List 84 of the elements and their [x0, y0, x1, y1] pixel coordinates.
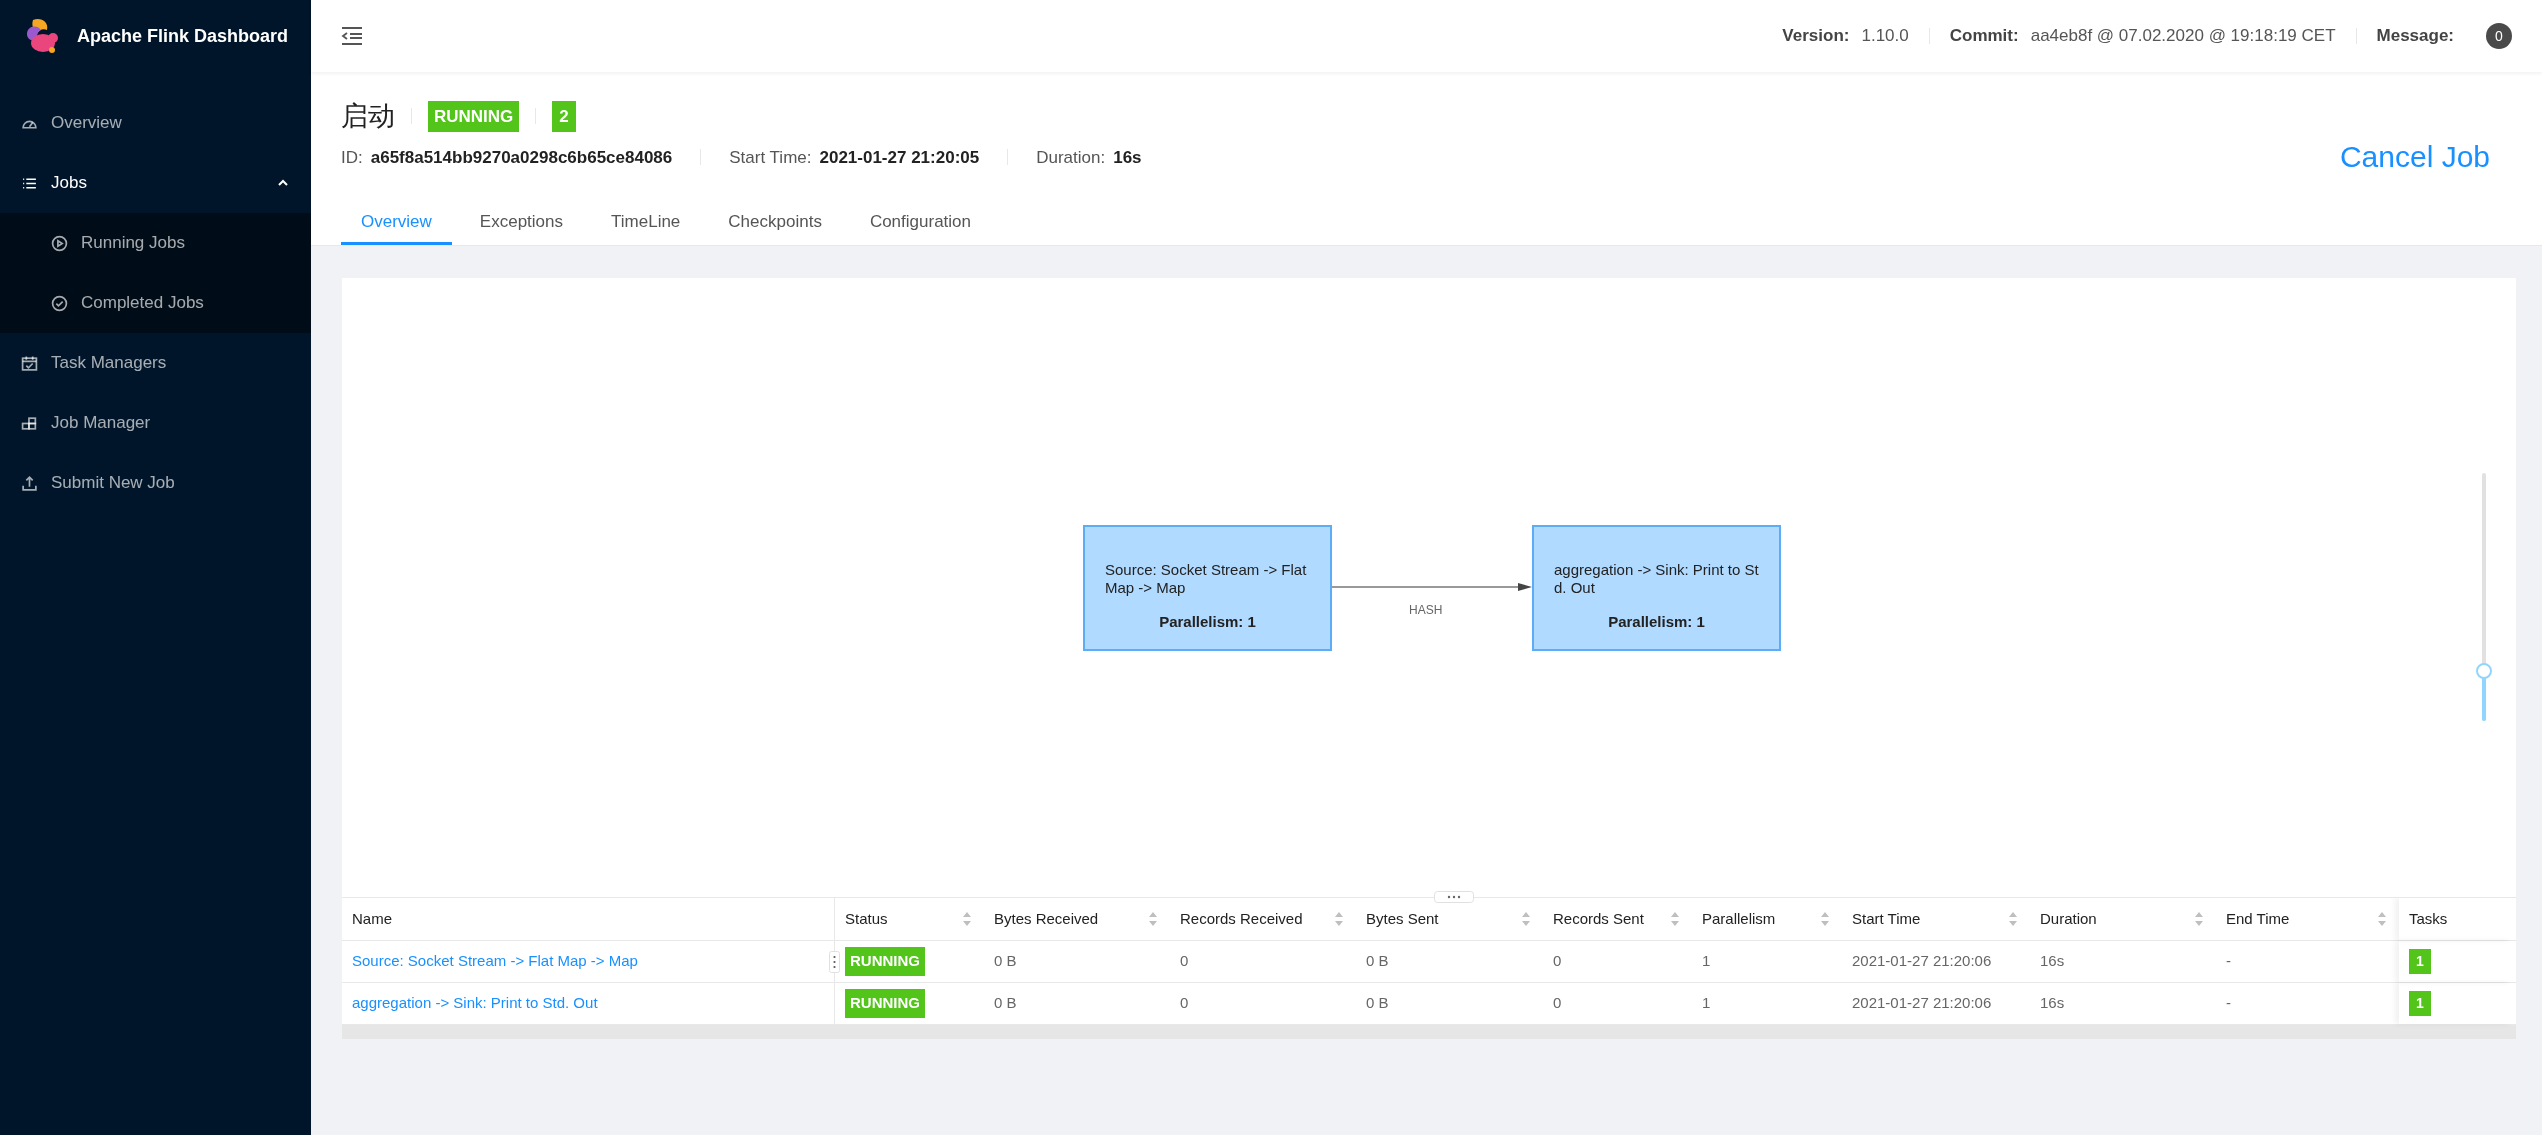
- blocks-icon: [21, 414, 38, 432]
- message-count[interactable]: 0: [2486, 23, 2512, 49]
- sidebar-item[interactable]: Job Manager: [0, 393, 311, 453]
- task-count-badge: 1: [2409, 991, 2431, 1016]
- table-cell-text: 0 B: [994, 993, 1017, 1014]
- column-header[interactable]: Bytes Received: [984, 898, 1170, 940]
- status-badge: RUNNING: [845, 947, 925, 976]
- table-cell-text: 0 B: [994, 951, 1017, 972]
- sidebar-item[interactable]: Overview: [0, 93, 311, 153]
- table-cell-text: -: [2226, 951, 2231, 972]
- resize-handle-icon[interactable]: [829, 951, 840, 973]
- column-header[interactable]: Records Received: [1170, 898, 1356, 940]
- table-cell-text: 0: [1180, 951, 1189, 972]
- column-header[interactable]: Duration: [2030, 898, 2216, 940]
- sort-icon[interactable]: [1820, 911, 1830, 927]
- sort-icon[interactable]: [1148, 911, 1158, 927]
- task-count-badge: 2: [552, 100, 576, 132]
- node-text: Source: Socket Stream -> Flat Map -> Map: [1105, 561, 1308, 597]
- column-header[interactable]: Records Sent: [1543, 898, 1692, 940]
- commit-value: aa4eb8f @ 07.02.2020 @ 19:18:19 CET: [2030, 25, 2336, 48]
- column-header[interactable]: End Time: [2216, 898, 2399, 940]
- sort-icon[interactable]: [1670, 911, 1680, 927]
- node-text: aggregation -> Sink: Print to Std. Out: [1554, 561, 1759, 597]
- drag-handle-icon[interactable]: [1434, 891, 1474, 903]
- tab[interactable]: Exceptions: [459, 201, 584, 245]
- tab[interactable]: Configuration: [849, 201, 991, 245]
- edge-label: HASH: [1409, 602, 1443, 619]
- column-header[interactable]: Name: [342, 898, 835, 940]
- table-cell-text: 0 B: [1366, 993, 1389, 1014]
- table-cell-text: 0: [1180, 993, 1189, 1014]
- table-cell-text: 0 B: [1366, 951, 1389, 972]
- id-label: ID:: [341, 146, 363, 169]
- table-cell-text: 0: [1553, 993, 1562, 1014]
- menu-fold-icon[interactable]: [341, 26, 363, 46]
- node-parallelism: Parallelism: 1: [1607, 612, 1706, 632]
- column-header[interactable]: Status: [835, 898, 984, 940]
- sidebar-subitem[interactable]: Completed Jobs: [0, 273, 311, 333]
- task-count-badge: 1: [2409, 949, 2431, 974]
- check-circle-icon: [51, 294, 68, 312]
- status-badge: RUNNING: [428, 100, 520, 132]
- sort-icon[interactable]: [1521, 911, 1531, 927]
- sort-icon[interactable]: [962, 911, 972, 927]
- table-cell-text: 2021-01-27 21:20:06: [1852, 951, 1992, 972]
- column-header[interactable]: Start Time: [1842, 898, 2030, 940]
- start-time-label: Start Time:: [729, 146, 812, 169]
- start-time-value: 2021-01-27 21:20:05: [819, 146, 980, 169]
- table-cell-text: 1: [1702, 951, 1711, 972]
- table-cell-text: 16s: [2040, 951, 2065, 972]
- horizontal-scrollbar[interactable]: [342, 1025, 2516, 1039]
- duration-label: Duration:: [1036, 146, 1106, 169]
- calendar-icon: [21, 354, 38, 372]
- play-circle-icon: [51, 234, 68, 252]
- sort-icon[interactable]: [2008, 911, 2018, 927]
- tab[interactable]: Checkpoints: [708, 201, 842, 245]
- upload-icon: [21, 474, 38, 492]
- slider-handle[interactable]: [2476, 663, 2492, 680]
- version-value: 1.10.0: [1861, 25, 1909, 48]
- app-title: Apache Flink Dashboard: [77, 24, 289, 48]
- sort-icon[interactable]: [1334, 911, 1344, 927]
- column-header[interactable]: Bytes Sent: [1356, 898, 1543, 940]
- sidebar-item[interactable]: Task Managers: [0, 333, 311, 393]
- sidebar-item[interactable]: Submit New Job: [0, 453, 311, 513]
- message-label: Message:: [2376, 25, 2454, 48]
- column-header[interactable]: Parallelism: [1692, 898, 1842, 940]
- sort-icon[interactable]: [2377, 911, 2387, 927]
- graph-node[interactable]: Source: Socket Stream -> Flat Map -> Map Parallelism: 1: [1083, 525, 1332, 651]
- status-badge: RUNNING: [845, 989, 925, 1018]
- table-cell-text: 16s: [2040, 993, 2065, 1014]
- duration-value: 16s: [1113, 146, 1142, 169]
- sidebar-item[interactable]: Jobs: [0, 153, 311, 213]
- table-cell-text: 0: [1553, 951, 1562, 972]
- sidebar-subitem[interactable]: Running Jobs: [0, 213, 311, 273]
- table-cell-text: 1: [1702, 993, 1711, 1014]
- table-cell-text: -: [2226, 993, 2231, 1014]
- sort-icon[interactable]: [2194, 911, 2204, 927]
- job-name: 启动: [341, 99, 395, 133]
- version-label: Version:: [1782, 25, 1850, 48]
- tab[interactable]: TimeLine: [591, 201, 701, 245]
- job-id: a65f8a514bb9270a0298c6b65ce84086: [370, 146, 673, 169]
- node-parallelism: Parallelism: 1: [1158, 612, 1257, 632]
- graph-node[interactable]: aggregation -> Sink: Print to Std. Out Parallelism: 1: [1532, 525, 1781, 651]
- table-cell-text: 2021-01-27 21:20:06: [1852, 993, 1992, 1014]
- commit-label: Commit:: [1949, 25, 2019, 48]
- column-header[interactable]: Tasks: [2399, 898, 2512, 940]
